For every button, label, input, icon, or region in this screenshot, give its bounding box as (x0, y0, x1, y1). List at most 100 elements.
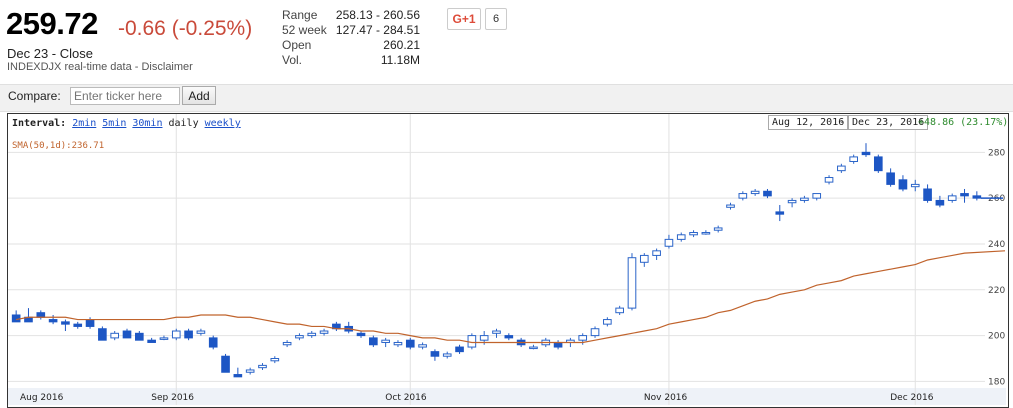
interval-2min-link[interactable]: 2min (72, 118, 96, 129)
candle-up (689, 232, 698, 236)
stat-value: 127.47 - 284.51 (335, 23, 420, 37)
candle-up (578, 335, 588, 341)
candle-up (676, 234, 686, 240)
candle-up (381, 339, 390, 343)
candle-down (369, 337, 378, 346)
candle-up (652, 250, 661, 256)
candle-down (861, 151, 871, 156)
candle-up (171, 330, 181, 339)
candle-down (898, 179, 908, 190)
stat-52week: 52 week 127.47 - 284.51 (282, 23, 420, 38)
candle-down (960, 193, 969, 197)
candle-down (11, 314, 21, 323)
candle-up (837, 165, 846, 172)
candle-up (529, 346, 538, 350)
price-chart[interactable]: 180 200 220 240 260 280 Aug 2016 Sep 2016 Oct 20… (8, 114, 1006, 405)
last-price: 259.72 (6, 6, 98, 41)
stats-table: Range 258.13 - 260.56 52 week 127.47 - 284… (282, 8, 420, 68)
candle-up (492, 330, 501, 334)
candle-down (972, 195, 982, 199)
candle-up (393, 341, 403, 346)
x-tick-label: Nov 2016 (644, 393, 688, 403)
candle-down (504, 335, 514, 339)
candle-down (98, 328, 107, 341)
candle-down (135, 332, 144, 341)
candle-up (750, 190, 760, 195)
interval-selector: Interval: 2min 5min 30min daily weekly (12, 118, 241, 129)
y-tick-label: 200 (988, 332, 1005, 342)
candle-down (775, 211, 785, 215)
stat-value: 260.21 (383, 38, 420, 52)
interval-daily-current: daily (168, 118, 199, 129)
candle-up (947, 195, 957, 201)
add-ticker-button[interactable]: Add (182, 86, 216, 105)
candle-down (147, 339, 156, 343)
x-tick-label: Dec 2016 (890, 393, 933, 403)
candle-up (159, 337, 169, 340)
candle-down (873, 156, 883, 172)
compare-label: Compare: (8, 89, 61, 103)
stat-label: 52 week (282, 23, 327, 37)
range-start-date[interactable]: Aug 12, 2016 (768, 115, 849, 130)
candle-up (910, 183, 920, 188)
candle-up (245, 369, 255, 373)
candle-down (763, 190, 772, 197)
stat-label: Range (282, 8, 318, 22)
candle-up (282, 341, 292, 346)
range-end-date[interactable]: Dec 23, 2016 (848, 115, 929, 130)
candle-up (824, 177, 834, 183)
y-tick-label: 240 (988, 240, 1005, 250)
y-tick-label: 220 (988, 286, 1005, 296)
candle-up (603, 319, 612, 325)
candle-down (36, 312, 46, 318)
candle-down (405, 339, 415, 348)
interval-label: Interval: (12, 118, 67, 129)
stat-range: Range 258.13 - 260.56 (282, 8, 420, 23)
interval-weekly-link[interactable]: weekly (205, 118, 241, 129)
candle-down (455, 346, 464, 353)
plus-count-badge: 6 (485, 8, 507, 30)
x-tick-label: Sep 2016 (151, 393, 194, 403)
interval-5min-link[interactable]: 5min (102, 118, 126, 129)
stat-open: Open 260.21 (282, 38, 420, 53)
compare-ticker-input[interactable] (70, 87, 180, 105)
y-tick-label: 280 (988, 148, 1005, 158)
candle-up (319, 330, 329, 334)
range-start-box[interactable]: Aug 12, 2016 (768, 115, 849, 130)
x-tick-label: Oct 2016 (385, 393, 427, 403)
stat-value: 258.13 - 260.56 (335, 8, 420, 22)
close-label: Dec 23 - Close (7, 46, 93, 61)
candle-up (418, 344, 427, 348)
candle-down (85, 319, 95, 327)
candle-down (184, 330, 193, 339)
candle-down (233, 374, 243, 378)
candle-up (590, 328, 600, 337)
candle-up (800, 197, 809, 201)
sma-label: SMA(50,1d):236.71 (12, 141, 105, 151)
price-change: -0.66 (-0.25%) (118, 17, 253, 40)
candle-down (935, 199, 945, 206)
candle-up (196, 330, 206, 334)
candle-up (110, 332, 120, 339)
candle-down (122, 330, 132, 339)
data-source-line[interactable]: INDEXDJX real-time data - Disclaimer (7, 61, 193, 73)
stat-label: Open (282, 38, 312, 52)
candle-up (849, 156, 858, 162)
candle-down (430, 351, 440, 357)
stat-volume: Vol. 11.18M (282, 53, 420, 68)
candle-up (664, 238, 674, 247)
candle-down (356, 332, 366, 337)
candle-up (726, 204, 735, 208)
interval-30min-link[interactable]: 30min (132, 118, 162, 129)
candle-up (295, 335, 304, 339)
candle-up (812, 193, 822, 199)
stat-label: Vol. (282, 53, 303, 67)
range-end-box[interactable]: Dec 23, 2016 (848, 115, 929, 130)
candle-down (553, 341, 563, 348)
google-plus-button[interactable]: G+1 (447, 8, 481, 30)
stat-value: 11.18M (380, 53, 420, 67)
y-tick-label: 260 (988, 194, 1005, 204)
candle-down (48, 319, 58, 323)
candle-up (639, 254, 649, 263)
y-tick-label: 180 (988, 377, 1005, 387)
